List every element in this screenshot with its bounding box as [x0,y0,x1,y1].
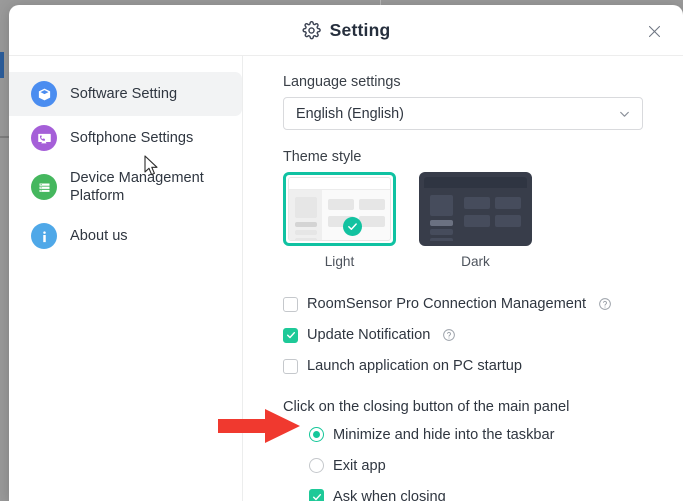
backdrop-divider-line [0,136,9,138]
language-select[interactable]: English (English) [283,97,643,130]
radio-exit-app[interactable] [309,458,324,473]
checkbox-launch-on-startup[interactable] [283,358,298,374]
checkbox-label: Update Notification [307,327,431,343]
sidebar-item-label: Software Setting [70,85,178,102]
settings-panel: Language settings English (English) Them… [243,56,683,501]
sidebar-item-label: Device Management Platform [70,170,204,205]
theme-thumbnail-dark [419,172,532,246]
backdrop-accent-bar [0,52,4,78]
dialog-body: Software Setting Softphone Settings Devi… [9,56,683,501]
sidebar-item-device-management-platform[interactable]: Device Management Platform [9,160,242,214]
theme-caption-light: Light [324,254,355,269]
checkbox-label: Ask when closing [333,488,446,501]
theme-caption-dark: Dark [461,254,490,269]
close-behavior-title: Click on the closing button of the main … [283,399,570,415]
sidebar-item-label: Softphone Settings [70,129,194,146]
checkbox-row-update-notification[interactable]: Update Notification [283,322,655,348]
dialog-titlebar: Setting [9,5,683,56]
sidebar-item-label: About us [70,228,128,245]
dialog-title: Setting [329,19,391,40]
checkbox-ask-when-closing[interactable] [309,489,324,501]
server-icon [31,174,57,201]
theme-selected-check-icon [343,217,362,236]
radio-label: Minimize and hide into the taskbar [333,426,555,443]
sidebar-item-software-setting[interactable]: Software Setting [9,72,242,116]
sidebar-item-softphone-settings[interactable]: Softphone Settings [9,116,242,160]
general-checkbox-list: RoomSensor Pro Connection Management Upd… [283,291,655,379]
help-icon[interactable] [598,297,612,311]
checkbox-label: RoomSensor Pro Connection Management [307,296,587,312]
checkbox-roomsensor[interactable] [283,296,298,312]
radio-row-minimize[interactable]: Minimize and hide into the taskbar [309,421,655,448]
checkbox-update-notification[interactable] [283,327,298,343]
language-select-value: English (English) [296,105,404,122]
theme-options: Light Dark [283,172,655,269]
radio-minimize[interactable] [309,427,324,442]
theme-style-label: Theme style [283,149,362,165]
sidebar: Software Setting Softphone Settings Devi… [9,56,243,501]
cube-icon [31,81,57,107]
checkbox-row-ask-when-closing[interactable]: Ask when closing [309,483,655,501]
theme-option-dark[interactable]: Dark [419,172,532,269]
theme-thumbnail-light [283,172,396,246]
softphone-icon [31,125,57,151]
checkbox-label: Launch application on PC startup [307,358,522,374]
language-settings-label: Language settings [283,74,401,90]
gear-icon [302,20,321,40]
setting-dialog: Setting Software Setting Softphone Setti… [9,5,683,501]
dialog-title-group: Setting [302,20,391,41]
chevron-down-icon [618,107,631,120]
radio-label: Exit app [333,457,386,474]
theme-option-light[interactable]: Light [283,172,396,269]
close-button[interactable] [641,18,667,44]
help-icon[interactable] [442,328,456,342]
radio-row-exit-app[interactable]: Exit app [309,452,655,479]
checkbox-row-roomsensor[interactable]: RoomSensor Pro Connection Management [283,291,655,317]
checkbox-row-launch-on-startup[interactable]: Launch application on PC startup [283,353,655,379]
sidebar-item-about-us[interactable]: About us [9,214,242,258]
info-icon [31,223,57,250]
